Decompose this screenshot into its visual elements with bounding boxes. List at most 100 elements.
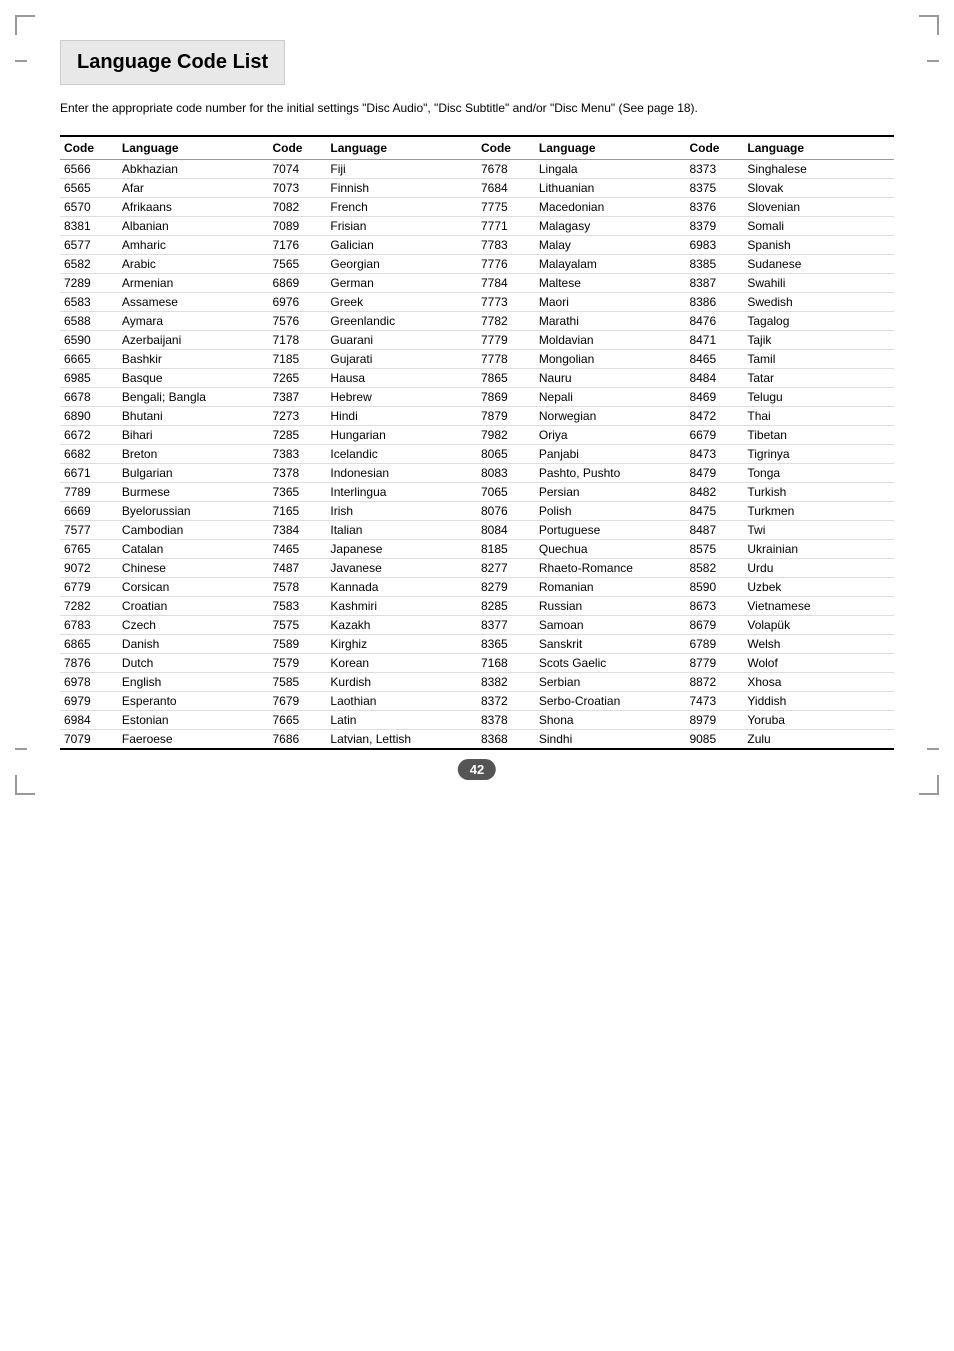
table-row: 9072Chinese7487Javanese8277Rhaeto-Romanc…: [60, 559, 894, 578]
language-cell: Danish: [118, 635, 269, 654]
language-cell: German: [326, 274, 477, 293]
code-cell: 7779: [477, 331, 535, 350]
code-cell: 8465: [685, 350, 743, 369]
language-cell: Malagasy: [535, 217, 686, 236]
code-cell: 8479: [685, 464, 743, 483]
language-cell: Fiji: [326, 160, 477, 179]
table-row: 7079Faeroese7686Latvian, Lettish8368Sind…: [60, 730, 894, 750]
language-cell: Greek: [326, 293, 477, 312]
code-cell: 8484: [685, 369, 743, 388]
language-cell: Yoruba: [743, 711, 894, 730]
code-cell: 6985: [60, 369, 118, 388]
code-cell: 8379: [685, 217, 743, 236]
code-cell: 8076: [477, 502, 535, 521]
code-cell: 6590: [60, 331, 118, 350]
code-cell: 7789: [60, 483, 118, 502]
language-cell: Korean: [326, 654, 477, 673]
code-cell: 8065: [477, 445, 535, 464]
language-cell: Latvian, Lettish: [326, 730, 477, 750]
language-cell: Lithuanian: [535, 179, 686, 198]
language-cell: Italian: [326, 521, 477, 540]
code-cell: 7776: [477, 255, 535, 274]
code-cell: 7869: [477, 388, 535, 407]
code-cell: 7782: [477, 312, 535, 331]
language-cell: Hebrew: [326, 388, 477, 407]
language-cell: Macedonian: [535, 198, 686, 217]
language-cell: Tajik: [743, 331, 894, 350]
language-cell: Swedish: [743, 293, 894, 312]
code-cell: 7065: [477, 483, 535, 502]
code-cell: 7771: [477, 217, 535, 236]
col-header-lang-3: Language: [535, 136, 686, 160]
language-cell: Gujarati: [326, 350, 477, 369]
language-cell: Telugu: [743, 388, 894, 407]
code-cell: 8373: [685, 160, 743, 179]
language-cell: Turkish: [743, 483, 894, 502]
table-row: 6890Bhutani7273Hindi7879Norwegian8472Tha…: [60, 407, 894, 426]
language-table: Code Language Code Language Code Languag…: [60, 135, 894, 750]
code-cell: 8679: [685, 616, 743, 635]
code-cell: 7778: [477, 350, 535, 369]
col-header-lang-4: Language: [743, 136, 894, 160]
language-cell: Wolof: [743, 654, 894, 673]
corner-mark-br: [919, 775, 939, 795]
code-cell: 7384: [268, 521, 326, 540]
language-cell: Pashto, Pushto: [535, 464, 686, 483]
table-row: 6590Azerbaijani7178Guarani7779Moldavian8…: [60, 331, 894, 350]
code-cell: 7679: [268, 692, 326, 711]
language-cell: Mongolian: [535, 350, 686, 369]
language-table-container: Code Language Code Language Code Languag…: [60, 135, 894, 750]
language-cell: Serbo-Croatian: [535, 692, 686, 711]
code-cell: 8487: [685, 521, 743, 540]
language-cell: Ukrainian: [743, 540, 894, 559]
language-cell: Xhosa: [743, 673, 894, 692]
language-cell: Panjabi: [535, 445, 686, 464]
col-header-lang-1: Language: [118, 136, 269, 160]
code-cell: 6890: [60, 407, 118, 426]
language-cell: Kashmiri: [326, 597, 477, 616]
col-header-code-1: Code: [60, 136, 118, 160]
language-cell: Bhutani: [118, 407, 269, 426]
code-cell: 6588: [60, 312, 118, 331]
code-cell: 6583: [60, 293, 118, 312]
code-cell: 7074: [268, 160, 326, 179]
language-cell: Singhalese: [743, 160, 894, 179]
description: Enter the appropriate code number for th…: [60, 99, 894, 117]
code-cell: 6566: [60, 160, 118, 179]
page-number: 42: [458, 759, 496, 780]
code-cell: 9072: [60, 559, 118, 578]
table-row: 6682Breton7383Icelandic8065Panjabi8473Ti…: [60, 445, 894, 464]
code-cell: 6983: [685, 236, 743, 255]
language-cell: Kazakh: [326, 616, 477, 635]
code-cell: 7982: [477, 426, 535, 445]
table-row: 6783Czech7575Kazakh8377Samoan8679Volapük: [60, 616, 894, 635]
code-cell: 8083: [477, 464, 535, 483]
code-cell: 6669: [60, 502, 118, 521]
code-cell: 8575: [685, 540, 743, 559]
code-cell: 6678: [60, 388, 118, 407]
code-cell: 8372: [477, 692, 535, 711]
language-cell: Abkhazian: [118, 160, 269, 179]
code-cell: 8285: [477, 597, 535, 616]
table-row: 8381Albanian7089Frisian7771Malagasy8379S…: [60, 217, 894, 236]
code-cell: 6665: [60, 350, 118, 369]
code-cell: 8590: [685, 578, 743, 597]
language-cell: Esperanto: [118, 692, 269, 711]
language-cell: Maori: [535, 293, 686, 312]
language-cell: Japanese: [326, 540, 477, 559]
language-cell: Rhaeto-Romance: [535, 559, 686, 578]
code-cell: 7577: [60, 521, 118, 540]
table-row: 6565Afar7073Finnish7684Lithuanian8375Slo…: [60, 179, 894, 198]
language-cell: Malay: [535, 236, 686, 255]
language-cell: Dutch: [118, 654, 269, 673]
code-cell: 8469: [685, 388, 743, 407]
language-cell: Corsican: [118, 578, 269, 597]
col-header-lang-2: Language: [326, 136, 477, 160]
code-cell: 8476: [685, 312, 743, 331]
language-cell: Kannada: [326, 578, 477, 597]
language-cell: Maltese: [535, 274, 686, 293]
code-cell: 7168: [477, 654, 535, 673]
language-cell: Aymara: [118, 312, 269, 331]
code-cell: 7365: [268, 483, 326, 502]
language-cell: Sindhi: [535, 730, 686, 750]
